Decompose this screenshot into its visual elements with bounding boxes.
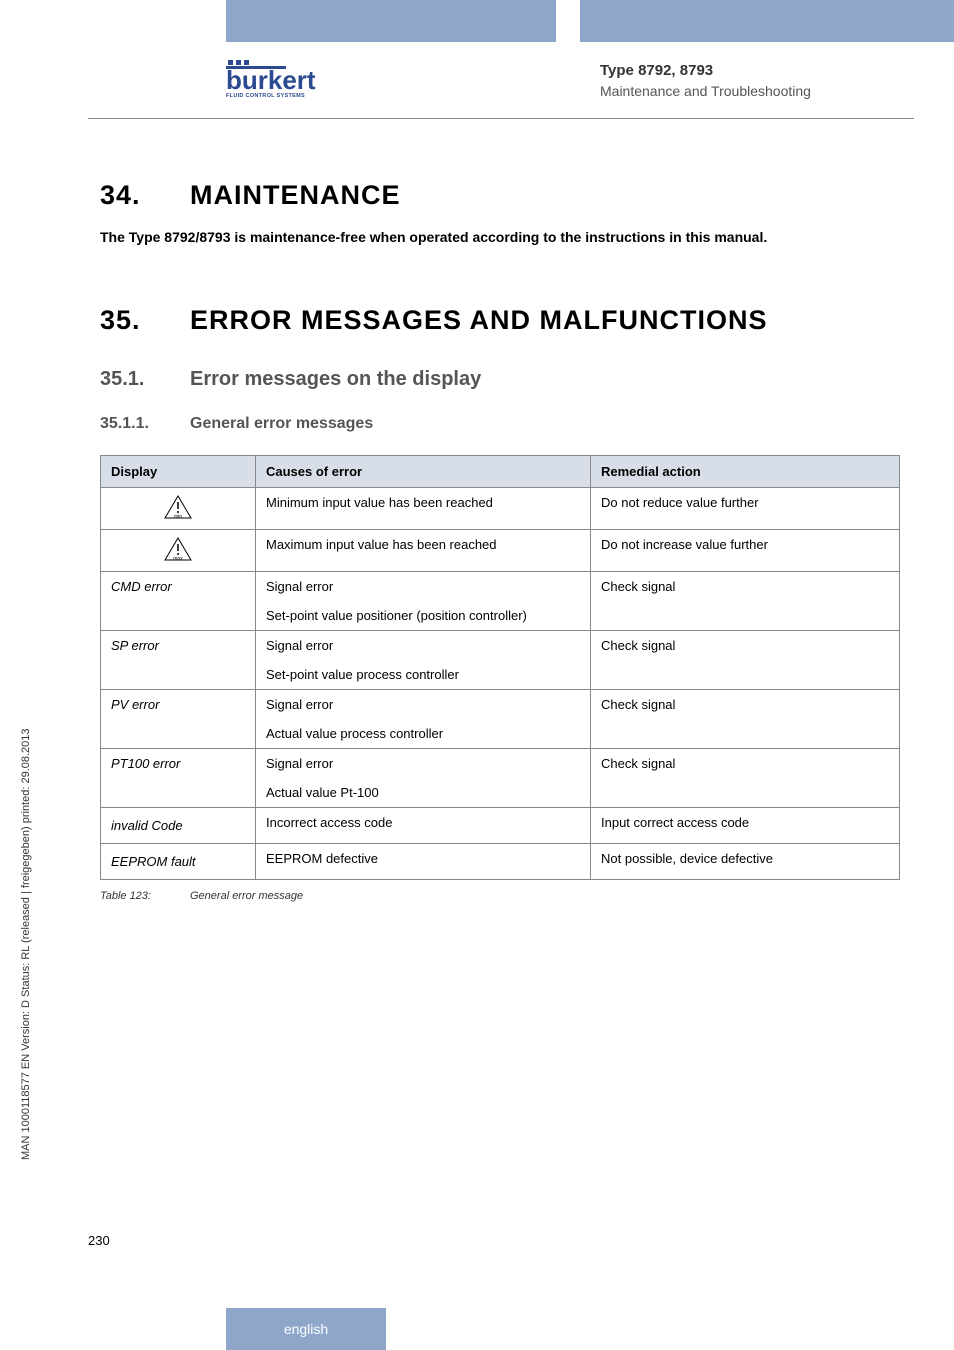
cell-remedy-cont (591, 601, 900, 631)
cell-remedy: Do not increase value further (591, 530, 900, 572)
error-table: Display Causes of error Remedial action … (100, 455, 900, 880)
cell-display-cont (101, 660, 256, 690)
table-row: SP error Signal error Check signal (101, 631, 900, 661)
header-bar-right (580, 0, 954, 42)
side-print-text: MAN 1000118577 EN Version: D Status: RL … (20, 728, 32, 1160)
cell-display: PV error (101, 690, 256, 720)
table-row: Set-point value process controller (101, 660, 900, 690)
cell-cause: Signal error (256, 572, 591, 602)
cell-display-cont (101, 601, 256, 631)
table-row: max Maximum input value has been reached… (101, 530, 900, 572)
table-row: EEPROM fault EEPROM defective Not possib… (101, 844, 900, 880)
cell-remedy: Do not reduce value further (591, 488, 900, 530)
sec34-intro: The Type 8792/8793 is maintenance-free w… (100, 229, 900, 245)
cell-cause: Maximum input value has been reached (256, 530, 591, 572)
heading-35-1: 35.1.Error messages on the display (100, 368, 900, 391)
cell-remedy-cont (591, 778, 900, 808)
side-print-info: MAN 1000118577 EN Version: D Status: RL … (20, 560, 32, 1160)
heading-35-1-1-title: General error messages (190, 415, 373, 432)
table-row: Set-point value positioner (position con… (101, 601, 900, 631)
caption-label: Table 123: (100, 890, 190, 902)
heading-35: 35.ERROR MESSAGES AND MALFUNCTIONS (100, 305, 900, 336)
svg-text:min: min (174, 514, 182, 519)
header-type: Type 8792, 8793 (600, 62, 920, 79)
col-remedy: Remedial action (591, 456, 900, 488)
heading-35-1-title: Error messages on the display (190, 368, 481, 390)
header-rule (88, 118, 914, 119)
cell-display: PT100 error (101, 749, 256, 779)
cell-cause: Signal error (256, 631, 591, 661)
cell-cause: Incorrect access code (256, 808, 591, 844)
logo-wordmark: burkert (226, 67, 316, 93)
table-header-row: Display Causes of error Remedial action (101, 456, 900, 488)
table-row: min Minimum input value has been reached… (101, 488, 900, 530)
cell-cause-cont: Actual value Pt-100 (256, 778, 591, 808)
table-row: PT100 error Signal error Check signal (101, 749, 900, 779)
heading-35-num: 35. (100, 305, 190, 336)
cell-remedy: Input correct access code (591, 808, 900, 844)
col-cause: Causes of error (256, 456, 591, 488)
logo: burkert FLUID CONTROL SYSTEMS (226, 60, 316, 99)
footer-language-bar: english (226, 1308, 386, 1350)
caption-text: General error message (190, 890, 303, 902)
cell-display: EEPROM fault (101, 844, 256, 880)
cell-remedy-cont (591, 719, 900, 749)
heading-34-num: 34. (100, 180, 190, 211)
cell-remedy-cont (591, 660, 900, 690)
heading-34-title: MAINTENANCE (190, 180, 401, 210)
table-row: Actual value Pt-100 (101, 778, 900, 808)
table-caption: Table 123:General error message (100, 890, 900, 902)
table-row: CMD error Signal error Check signal (101, 572, 900, 602)
heading-35-1-1-num: 35.1.1. (100, 415, 190, 433)
header-bar-left (226, 0, 556, 42)
cell-display-cont (101, 778, 256, 808)
table-row: PV error Signal error Check signal (101, 690, 900, 720)
cell-display: CMD error (101, 572, 256, 602)
cell-remedy: Not possible, device defective (591, 844, 900, 880)
heading-34: 34.MAINTENANCE (100, 180, 900, 211)
cell-remedy: Check signal (591, 749, 900, 779)
heading-35-1-num: 35.1. (100, 368, 190, 391)
warning-min-icon: min (164, 495, 192, 519)
cell-min-icon: min (101, 488, 256, 530)
cell-display: invalid Code (101, 808, 256, 844)
cell-remedy: Check signal (591, 572, 900, 602)
table-row: Actual value process controller (101, 719, 900, 749)
footer-language: english (284, 1321, 328, 1337)
cell-remedy: Check signal (591, 690, 900, 720)
cell-display-cont (101, 719, 256, 749)
cell-cause: Minimum input value has been reached (256, 488, 591, 530)
cell-max-icon: max (101, 530, 256, 572)
cell-cause-cont: Set-point value process controller (256, 660, 591, 690)
cell-cause-cont: Actual value process controller (256, 719, 591, 749)
cell-cause: Signal error (256, 690, 591, 720)
table-row: invalid Code Incorrect access code Input… (101, 808, 900, 844)
heading-35-title: ERROR MESSAGES AND MALFUNCTIONS (190, 305, 768, 335)
col-display: Display (101, 456, 256, 488)
header-subtitle: Maintenance and Troubleshooting (600, 83, 920, 99)
cell-cause-cont: Set-point value positioner (position con… (256, 601, 591, 631)
svg-text:max: max (173, 556, 183, 561)
cell-cause: Signal error (256, 749, 591, 779)
heading-35-1-1: 35.1.1.General error messages (100, 415, 900, 433)
cell-cause: EEPROM defective (256, 844, 591, 880)
logo-tagline: FLUID CONTROL SYSTEMS (226, 93, 316, 99)
warning-max-icon: max (164, 537, 192, 561)
page-number: 230 (88, 1233, 110, 1248)
cell-display: SP error (101, 631, 256, 661)
cell-remedy: Check signal (591, 631, 900, 661)
